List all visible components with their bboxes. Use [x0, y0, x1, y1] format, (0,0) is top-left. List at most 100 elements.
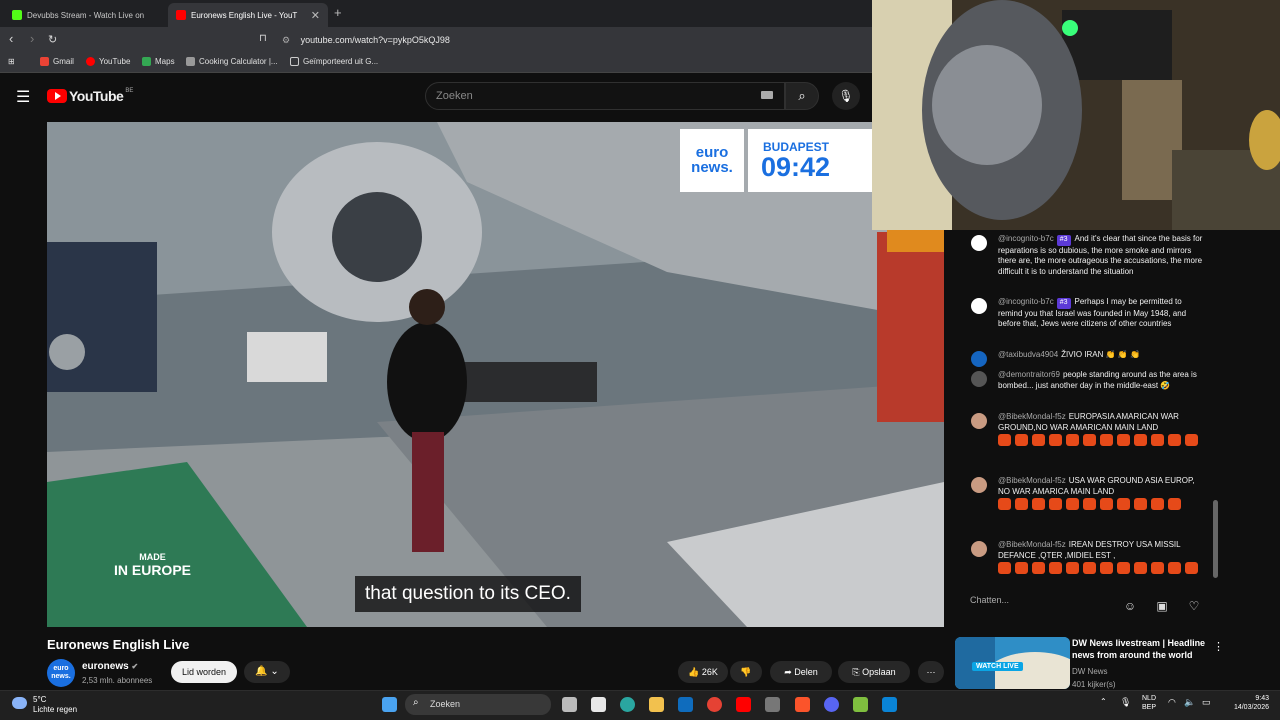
more-options-icon[interactable]: ⋮	[1213, 640, 1224, 653]
like-count: 26K	[701, 667, 718, 677]
search-button[interactable]: ⌕	[785, 82, 819, 110]
bookmark-save-icon: ⎘	[852, 667, 860, 677]
browser-tab-strip: Devubbs Stream - Watch Live on Euronews …	[0, 0, 872, 27]
voice-search-button[interactable]: 🎙	[832, 82, 860, 110]
volume-icon[interactable]: 🔈	[1184, 697, 1195, 708]
webcam-frame	[872, 0, 1280, 230]
rage-emoji-icon	[1185, 562, 1198, 574]
rage-emoji-icon	[1117, 562, 1130, 574]
recommendation-title[interactable]: DW News livestream | Headline news from …	[1072, 637, 1212, 661]
chat-message: @demontraitor69 people standing around as…	[971, 370, 1203, 391]
more-actions-button[interactable]: ⋯	[918, 661, 944, 683]
youtube-logo[interactable]: YouTube BE	[47, 88, 133, 104]
chat-author[interactable]: @demontraitor69	[998, 370, 1060, 379]
tab-devubbs[interactable]: Devubbs Stream - Watch Live on	[4, 3, 164, 27]
brave-icon[interactable]	[795, 697, 810, 712]
settings-app-icon[interactable]	[882, 697, 897, 712]
share-icon: ➦	[784, 667, 792, 677]
thumbs-down-icon: 👎	[740, 667, 752, 677]
battery-icon[interactable]: ▭	[1202, 697, 1211, 708]
bookmark-icon[interactable]: ⊓	[259, 33, 267, 44]
site-info-icon[interactable]: ⚙	[282, 35, 290, 45]
chat-author[interactable]: @BibekMondal-f5z	[998, 476, 1066, 485]
reload-icon[interactable]: ↻	[48, 33, 57, 46]
rage-emoji-icon	[1066, 562, 1079, 574]
recommendation-channel[interactable]: DW News	[1072, 667, 1108, 676]
live-chat: @incognito-b7c #3 And it's clear that sinc…	[957, 230, 1223, 590]
notification-bell-button[interactable]: 🔔 ⌄	[244, 661, 290, 683]
keyboard-icon[interactable]	[761, 91, 773, 99]
emoji-icon[interactable]: ☺	[1122, 598, 1138, 614]
chat-input[interactable]: Chatten...	[970, 595, 1080, 605]
apps-icon[interactable]: ⊞	[8, 57, 15, 66]
tray-chevron-icon[interactable]: ⌃	[1100, 697, 1107, 706]
wifi-icon[interactable]: ◠	[1168, 697, 1176, 708]
task-view-icon[interactable]	[562, 697, 577, 712]
chat-author[interactable]: @incognito-b7c	[998, 234, 1054, 243]
avatar	[971, 477, 987, 493]
heart-icon[interactable]: ♡	[1186, 598, 1202, 614]
weather-widget[interactable]: 5°C Lichte regen	[12, 695, 77, 715]
chat-message: @BibekMondal-f5z IREAN DESTROY USA MISSIL…	[971, 540, 1203, 574]
avatar	[971, 413, 987, 429]
maps-icon	[142, 57, 151, 66]
menu-icon[interactable]: ☰	[16, 87, 30, 107]
chrome-icon[interactable]	[707, 697, 722, 712]
emote-row	[998, 497, 1203, 510]
chat-message: @BibekMondal-f5z USA WAR GROUND ASIA EURO…	[971, 476, 1203, 510]
bookmark-imported[interactable]: Geïmporteerd uit G...	[290, 57, 378, 66]
bookmark-youtube[interactable]: YouTube	[86, 57, 130, 66]
rage-emoji-icon	[1032, 434, 1045, 446]
taskbar-time: 9:43	[1255, 695, 1269, 702]
youtube-app-icon[interactable]	[736, 697, 751, 712]
super-chat-icon[interactable]: ▣	[1154, 598, 1170, 614]
rage-emoji-icon	[1032, 562, 1045, 574]
new-tab-icon[interactable]: +	[334, 5, 342, 20]
taskbar-date: 14/03/2026	[1233, 704, 1269, 711]
rage-emoji-icon	[1117, 498, 1130, 510]
calculator-icon[interactable]	[765, 697, 780, 712]
chat-author[interactable]: @BibekMondal-f5z	[998, 540, 1066, 549]
forward-icon[interactable]: ›	[30, 31, 34, 46]
discord-icon[interactable]	[824, 697, 839, 712]
back-icon[interactable]: ‹	[9, 31, 13, 46]
rage-emoji-icon	[1117, 434, 1130, 446]
tab-euronews[interactable]: Euronews English Live - YouT ✕	[168, 3, 328, 27]
microphone-icon[interactable]: 🎙	[1120, 697, 1131, 708]
windows-start-icon[interactable]	[382, 697, 397, 712]
chat-author[interactable]: @taxibudva4904	[998, 350, 1058, 359]
bookmark-maps[interactable]: Maps	[142, 57, 175, 66]
like-button[interactable]: 👍 26K	[678, 661, 728, 683]
rage-emoji-icon	[1100, 434, 1113, 446]
emote-row	[998, 433, 1203, 446]
close-icon[interactable]: ✕	[305, 9, 320, 22]
search-input[interactable]: Zoeken	[425, 82, 785, 110]
save-button[interactable]: ⎘ Opslaan	[838, 661, 910, 683]
app-icon[interactable]	[853, 697, 868, 712]
recommendation-viewers: 401 kijker(s)	[1072, 680, 1116, 689]
file-explorer-icon[interactable]	[649, 697, 664, 712]
youtube-icon	[86, 57, 95, 66]
bookmark-gmail[interactable]: Gmail	[40, 57, 74, 66]
channel-avatar[interactable]: euro news.	[47, 659, 75, 687]
join-button[interactable]: Lid worden	[171, 661, 237, 683]
outlook-icon[interactable]	[678, 697, 693, 712]
chat-author[interactable]: @BibekMondal-f5z	[998, 412, 1066, 421]
channel-name[interactable]: euronews ✔	[82, 661, 138, 672]
chat-author[interactable]: @incognito-b7c	[998, 297, 1054, 306]
url-field[interactable]: ⚙ youtube.com/watch?v=pykpO5kQJ98	[282, 31, 870, 49]
language-indicator[interactable]: NLD BEP	[1142, 694, 1156, 712]
chat-scrollbar[interactable]	[1213, 500, 1218, 578]
share-button[interactable]: ➦ Delen	[770, 661, 832, 683]
rage-emoji-icon	[1151, 434, 1164, 446]
taskbar-clock[interactable]: 9:43 14/03/2026	[1223, 694, 1269, 712]
kick-icon	[12, 10, 22, 20]
taskbar-search[interactable]: Zoeken	[405, 694, 551, 715]
edge-icon[interactable]	[620, 697, 635, 712]
channel-name-text: euronews	[82, 661, 129, 672]
more-icon: ⋯	[926, 667, 936, 677]
store-icon[interactable]	[591, 697, 606, 712]
dislike-button[interactable]: 👎	[730, 661, 762, 683]
bookmark-cooking[interactable]: Cooking Calculator |...	[186, 57, 278, 66]
clock-time: 09:42	[761, 152, 831, 182]
